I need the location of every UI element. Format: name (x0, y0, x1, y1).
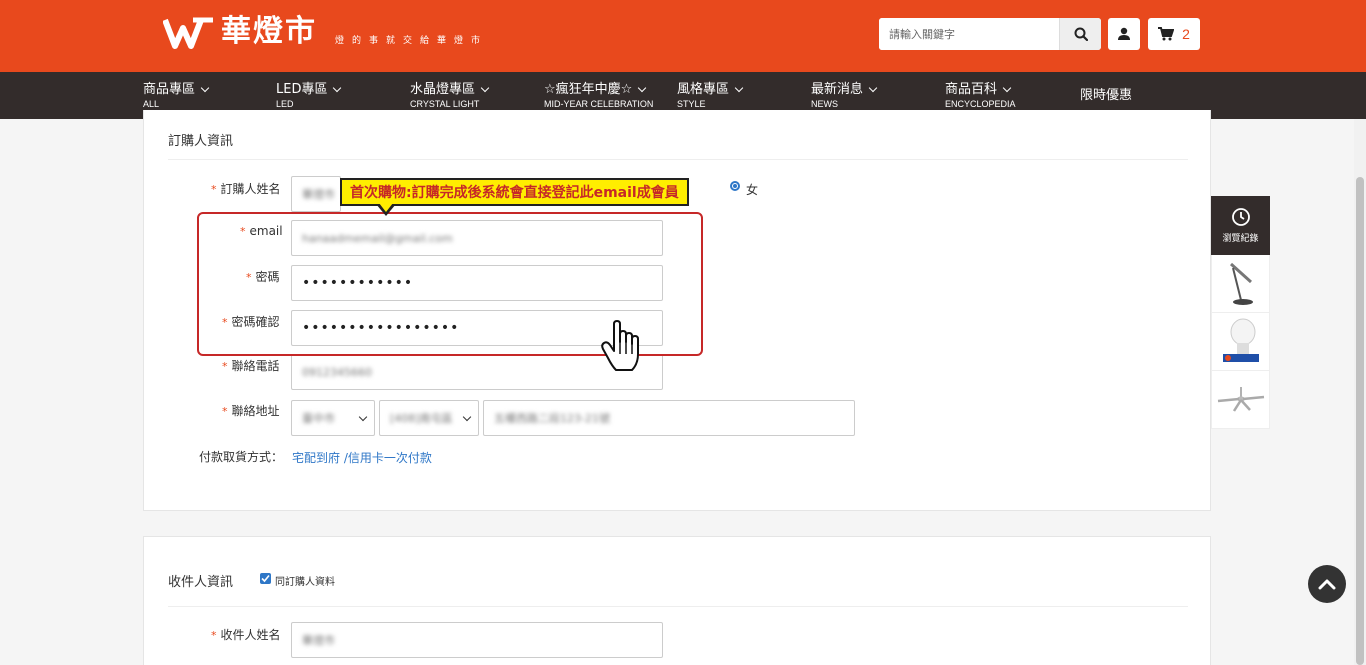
recent-viewed-label: 瀏覽紀錄 (1222, 234, 1259, 244)
chevron-down-icon (480, 83, 490, 93)
ceiling-fan-icon (1217, 386, 1264, 412)
page-scrollbar[interactable] (1354, 119, 1366, 665)
street-value: 五權西路二段123-21號 (494, 412, 610, 425)
cart-count: 2 (1182, 26, 1190, 42)
same-as-orderer-checkbox[interactable] (260, 573, 271, 584)
back-to-top-button[interactable] (1308, 565, 1346, 603)
orderer-section-title: 訂購人資訊 (168, 134, 234, 149)
nav-sublabel: ALL (143, 99, 160, 109)
nav-sublabel: NEWS (811, 99, 838, 109)
chevron-down-icon (1002, 83, 1012, 93)
nav-label: 限時優惠 (1080, 88, 1133, 103)
nav-sublabel: CRYSTAL LIGHT (410, 99, 480, 109)
nav-item-mid-year[interactable]: ☆瘋狂年中慶☆ MID-YEAR CELEBRATION (544, 82, 653, 109)
payment-label: 付款取貨方式： (199, 450, 284, 464)
nav-item-style[interactable]: 風格專區 STYLE (677, 82, 744, 109)
nav-label: 風格專區 (677, 82, 730, 97)
chevron-down-icon (868, 83, 878, 93)
logo-name: 華燈市 (221, 14, 317, 49)
recent-viewed-button[interactable]: 瀏覽紀錄 (1211, 196, 1270, 255)
account-button[interactable] (1108, 18, 1140, 50)
recent-product-ceiling-fan[interactable] (1211, 371, 1270, 429)
nav-item-news[interactable]: 最新消息 NEWS (811, 82, 878, 109)
nav-sublabel: LED (276, 99, 294, 109)
orderer-name-field[interactable]: 華燈市 (291, 176, 341, 212)
search-button[interactable] (1059, 18, 1101, 50)
city-value: 臺中市 (302, 412, 335, 425)
recent-viewed-panel: 瀏覽紀錄 (1211, 196, 1270, 429)
callout-tail-inner (379, 203, 393, 212)
led-bulb-icon (1222, 318, 1259, 362)
chevron-down-icon (462, 412, 472, 422)
gender-female-label: 女 (746, 183, 759, 197)
chevron-down-icon (638, 83, 647, 93)
receiver-name-field[interactable]: 華燈市 (291, 622, 663, 658)
recent-product-desk-lamp[interactable] (1211, 255, 1270, 313)
orderer-name-value: 華燈市 (302, 188, 335, 201)
chevron-up-icon (1318, 579, 1336, 590)
check-icon (261, 574, 270, 583)
site-logo[interactable]: 華燈市 燈的事就交給華燈市 (163, 14, 488, 50)
nav-sublabel: ENCYCLOPEDIA (945, 99, 1016, 109)
nav-item-encyclopedia[interactable]: 商品百科 ENCYCLOPEDIA (945, 82, 1016, 109)
nav-label: LED專區 (276, 82, 328, 97)
logo-mark-icon (163, 16, 215, 50)
nav-sublabel: STYLE (677, 99, 706, 109)
payment-method-link[interactable]: 宅配到府 /信用卡一次付款 (292, 449, 432, 466)
scrollbar-thumb[interactable] (1356, 177, 1364, 665)
nav-item-led[interactable]: LED專區 LED (276, 82, 342, 109)
top-header: 華燈市 燈的事就交給華燈市 2 (0, 0, 1366, 72)
callout-tooltip: 首次購物:訂購完成後系統會直接登記此email成會員 (340, 178, 689, 206)
hand-pointer-icon (600, 320, 642, 378)
nav-label: 最新消息 (811, 82, 864, 97)
search-box (879, 18, 1101, 50)
nav-label: 商品專區 (143, 82, 196, 97)
city-select[interactable]: 臺中市 (291, 400, 375, 436)
receiver-name-label: * 收件人姓名 (211, 628, 281, 642)
nav-item-crystal-light[interactable]: 水晶燈專區 CRYSTAL LIGHT (410, 82, 490, 109)
phone-label: * 聯絡電話 (222, 359, 280, 373)
clock-icon (1231, 208, 1250, 226)
chevron-down-icon (358, 412, 368, 422)
nav-item-all[interactable]: 商品專區 ALL (143, 82, 210, 109)
same-as-orderer-label: 同訂購人資料 (275, 577, 335, 588)
chevron-down-icon (734, 83, 744, 93)
desk-lamp-icon (1229, 262, 1253, 305)
recent-product-led-bulb[interactable] (1211, 313, 1270, 371)
cart-icon (1158, 27, 1175, 41)
nav-sublabel: MID-YEAR CELEBRATION (544, 99, 654, 109)
nav-item-limited-offer[interactable]: 限時優惠 (1080, 88, 1132, 104)
cart-button[interactable]: 2 (1148, 18, 1200, 50)
chevron-down-icon (333, 83, 342, 93)
nav-label: 水晶燈專區 (410, 82, 476, 97)
logo-slogan: 燈的事就交給華燈市 (335, 36, 489, 46)
search-icon (1074, 27, 1088, 41)
district-select[interactable]: [408]南屯區 (379, 400, 479, 436)
user-icon (1118, 27, 1130, 40)
divider (168, 606, 1188, 607)
street-field[interactable]: 五權西路二段123-21號 (483, 400, 855, 436)
nav-label: ☆瘋狂年中慶☆ (544, 82, 633, 97)
divider (168, 159, 1188, 160)
nav-label: 商品百科 (945, 82, 998, 97)
gender-female-radio[interactable] (730, 181, 740, 191)
district-value: [408]南屯區 (390, 412, 453, 425)
search-input[interactable] (879, 18, 1059, 50)
phone-value: 0912345660 (302, 365, 372, 379)
receiver-section-title: 收件人資訊 (168, 575, 234, 590)
address-label: * 聯絡地址 (222, 404, 280, 418)
orderer-name-label: * 訂購人姓名 (211, 182, 281, 196)
receiver-name-value: 華燈市 (302, 634, 335, 647)
chevron-down-icon (200, 83, 210, 93)
